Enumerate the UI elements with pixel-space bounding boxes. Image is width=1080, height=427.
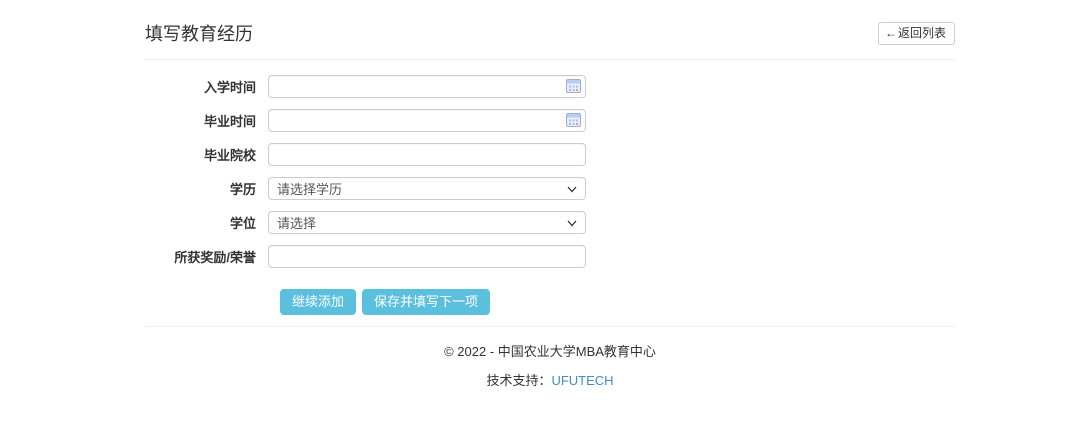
graduation-time-label: 毕业时间 <box>145 111 268 130</box>
page-header: 填写教育经历 ← 返回列表 <box>145 0 955 60</box>
education-level-select[interactable]: 请选择学历 <box>268 177 586 200</box>
back-button-label: 返回列表 <box>898 26 946 40</box>
continue-add-button[interactable]: 继续添加 <box>280 289 356 315</box>
education-form: 入学时间 毕业时间 <box>145 60 955 315</box>
awards-label: 所获奖励/荣誉 <box>145 247 268 266</box>
form-row-education-level: 学历 请选择学历 <box>145 177 955 200</box>
support-link[interactable]: UFUTECH <box>551 373 613 388</box>
form-row-graduation-time: 毕业时间 <box>145 109 955 132</box>
content-container: 填写教育经历 ← 返回列表 入学时间 <box>145 0 955 389</box>
degree-select[interactable]: 请选择 <box>268 211 586 234</box>
education-level-control: 请选择学历 <box>268 177 586 200</box>
footer-divider <box>145 326 955 327</box>
page-title: 填写教育经历 <box>145 24 253 44</box>
chevron-down-icon <box>567 218 577 228</box>
graduation-school-control <box>268 143 586 166</box>
enrollment-time-input[interactable] <box>268 75 586 98</box>
education-level-selected-value: 请选择学历 <box>277 179 342 198</box>
enrollment-time-label: 入学时间 <box>145 77 268 96</box>
left-arrow-icon: ← <box>885 26 897 40</box>
page-footer: © 2022 - 中国农业大学MBA教育中心 技术支持：UFUTECH <box>145 341 955 389</box>
chevron-down-icon <box>567 184 577 194</box>
form-actions: 继续添加 保存并填写下一项 <box>280 289 955 315</box>
form-row-enrollment-time: 入学时间 <box>145 75 955 98</box>
education-level-label: 学历 <box>145 179 268 198</box>
degree-control: 请选择 <box>268 211 586 234</box>
form-row-awards: 所获奖励/荣誉 <box>145 245 955 268</box>
graduation-time-control <box>268 109 586 132</box>
calendar-icon[interactable] <box>566 79 581 93</box>
save-and-next-button[interactable]: 保存并填写下一项 <box>362 289 490 315</box>
awards-control <box>268 245 586 268</box>
education-form-page: 填写教育经历 ← 返回列表 入学时间 <box>0 0 1080 427</box>
graduation-time-input[interactable] <box>268 109 586 132</box>
degree-selected-value: 请选择 <box>277 213 316 232</box>
graduation-school-input[interactable] <box>268 143 586 166</box>
enrollment-time-control <box>268 75 586 98</box>
support-label: 技术支持： <box>486 373 551 388</box>
form-row-degree: 学位 请选择 <box>145 211 955 234</box>
form-row-graduation-school: 毕业院校 <box>145 143 955 166</box>
calendar-icon[interactable] <box>566 113 581 127</box>
copyright-text: © 2022 - 中国农业大学MBA教育中心 <box>145 341 955 360</box>
awards-input[interactable] <box>268 245 586 268</box>
degree-label: 学位 <box>145 213 268 232</box>
graduation-school-label: 毕业院校 <box>145 145 268 164</box>
support-line: 技术支持：UFUTECH <box>145 370 955 389</box>
back-to-list-button[interactable]: ← 返回列表 <box>878 22 955 45</box>
